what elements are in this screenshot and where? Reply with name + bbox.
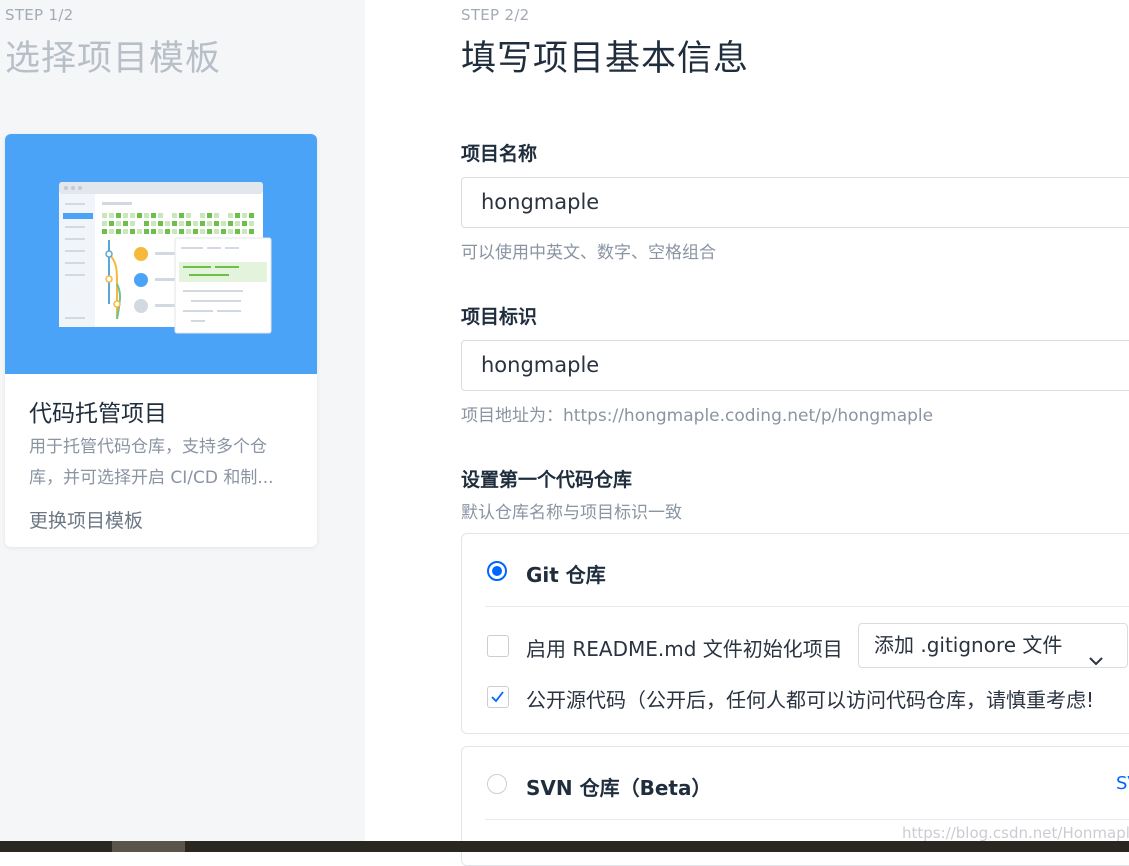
repo-section-label: 设置第一个代码仓库	[461, 469, 633, 491]
svn-repo-name: SVN 仓库（Beta）	[526, 776, 712, 800]
taskbar-segment	[112, 841, 185, 852]
divider	[485, 606, 1129, 607]
project-url-hint: 项目地址为：https://hongmaple.coding.net/p/hon…	[461, 406, 934, 426]
taskbar-strip	[0, 841, 1129, 852]
template-description: 用于托管代码仓库，支持多个仓库，并可选择开启 CI/CD 和制...	[29, 437, 274, 488]
project-id-label: 项目标识	[461, 306, 538, 328]
svn-repo-radio[interactable]	[487, 774, 507, 794]
step-indicator: STEP 1/2	[5, 6, 74, 24]
repo-section-hint: 默认仓库名称与项目标识一致	[461, 503, 682, 523]
public-source-checkbox[interactable]	[487, 686, 509, 708]
code-hosting-illustration	[59, 182, 272, 334]
readme-checkbox[interactable]	[487, 635, 509, 657]
git-repo-option[interactable]: Git 仓库 启用 README.md 文件初始化项目 添加 .gitignor…	[461, 533, 1129, 734]
project-id-input[interactable]: hongmaple	[461, 340, 1129, 391]
step-indicator: STEP 2/2	[461, 6, 530, 24]
readme-label: 启用 README.md 文件初始化项目	[526, 637, 843, 661]
svn-help-link[interactable]: SV	[1116, 773, 1129, 794]
gitignore-select[interactable]: 添加 .gitignore 文件	[858, 623, 1128, 668]
change-template-link[interactable]: 更换项目模板	[29, 506, 143, 533]
template-illustration	[5, 134, 317, 374]
template-card[interactable]: 代码托管项目 用于托管代码仓库，支持多个仓库，并可选择开启 CI/CD 和制..…	[5, 134, 317, 547]
project-name-label: 项目名称	[461, 143, 538, 165]
watermark: https://blog.csdn.net/Honmaple	[902, 824, 1129, 842]
git-repo-name: Git 仓库	[526, 563, 606, 587]
form-title: 填写项目基本信息	[461, 39, 750, 79]
panel-title: 选择项目模板	[5, 39, 222, 79]
public-source-label: 公开源代码（公开后，任何人都可以访问代码仓库，请慎重考虑!	[526, 688, 1095, 712]
chevron-down-icon	[1088, 639, 1104, 682]
project-name-input[interactable]: hongmaple	[461, 177, 1129, 228]
divider	[485, 819, 1129, 820]
gitignore-select-value: 添加 .gitignore 文件	[874, 633, 1063, 657]
template-panel: STEP 1/2 选择项目模板 代码托管项目 用于托管代码仓库，支持多个仓库，并…	[0, 0, 365, 852]
check-icon	[491, 691, 504, 703]
git-repo-radio[interactable]	[487, 561, 507, 581]
project-name-hint: 可以使用中英文、数字、空格组合	[461, 243, 716, 263]
template-title: 代码托管项目	[29, 401, 167, 427]
